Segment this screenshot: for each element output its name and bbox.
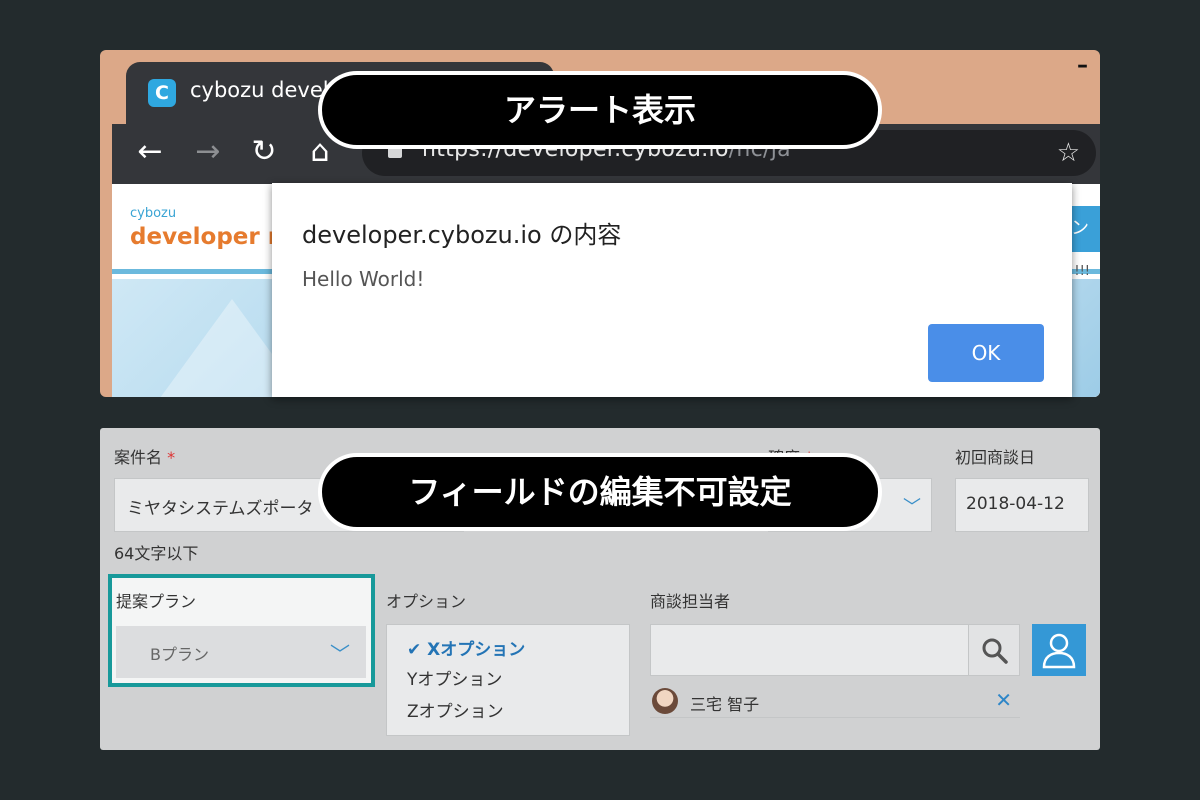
option-z-label: Zオプション <box>407 702 504 722</box>
proposal-plan-label: 提案プラン <box>116 592 197 611</box>
sales-rep-search-input[interactable] <box>650 624 970 676</box>
case-name-hint: 64文字以下 <box>114 544 199 563</box>
option-y-checkbox[interactable]: Yオプション <box>407 665 502 690</box>
proposal-plan-value: Bプラン <box>150 645 209 664</box>
option-x-checkbox[interactable]: ✔ Xオプション <box>407 635 525 660</box>
first-meeting-date-value: 2018-04-12 <box>966 494 1065 514</box>
ok-button[interactable]: OK <box>928 324 1044 382</box>
options-label: オプション <box>386 592 467 611</box>
required-mark: * <box>167 448 176 467</box>
cybozu-favicon-icon: C <box>148 79 176 107</box>
back-arrow-icon[interactable]: ← <box>130 130 170 174</box>
case-name-label-text: 案件名 <box>114 448 163 467</box>
selected-user-name: 三宅 智子 <box>690 695 760 714</box>
site-logo-small: cybozu <box>130 206 177 221</box>
alert-title: developer.cybozu.io の内容 <box>302 221 622 249</box>
proposal-plan-field: 提案プラン Bプラン ﹀ <box>108 574 375 687</box>
sales-rep-label: 商談担当者 <box>650 592 731 611</box>
alert-dialog: developer.cybozu.io の内容 Hello World! OK <box>272 183 1072 397</box>
avatar <box>652 688 678 714</box>
first-meeting-date-input[interactable]: 2018-04-12 <box>955 478 1089 532</box>
case-name-label: 案件名 * <box>114 444 175 468</box>
field-lock-caption-pill: フィールドの編集不可設定 <box>318 453 882 531</box>
user-icon <box>1042 633 1076 669</box>
alert-message: Hello World! <box>302 267 425 291</box>
minimize-icon[interactable]: – <box>1077 55 1088 77</box>
chevron-down-icon: ﹀ <box>903 497 921 518</box>
search-icon <box>982 638 1008 664</box>
bookmark-star-icon[interactable]: ☆ <box>1057 136 1080 170</box>
reload-icon[interactable]: ↻ <box>244 130 284 174</box>
first-meeting-date-label: 初回商談日 <box>955 448 1036 467</box>
case-name-value: ミヤタシステムズポータ <box>127 499 314 519</box>
close-icon[interactable]: ✕ <box>995 688 1012 712</box>
options-checkbox-list: ✔ Xオプション Yオプション Zオプション <box>386 624 630 736</box>
proposal-plan-select: Bプラン ﹀ <box>116 626 366 678</box>
search-button[interactable] <box>968 624 1020 676</box>
alert-caption-pill: アラート表示 <box>318 71 882 149</box>
chevron-down-icon: ﹀ <box>330 642 350 666</box>
option-y-label: Yオプション <box>407 670 503 690</box>
option-z-checkbox[interactable]: Zオプション <box>407 697 504 722</box>
user-select-button[interactable] <box>1032 624 1086 676</box>
forward-arrow-icon[interactable]: → <box>188 130 228 174</box>
checkmark-icon: ✔ <box>407 640 422 660</box>
option-x-label: Xオプション <box>427 640 526 660</box>
side-text: !!! <box>1074 264 1090 279</box>
selected-user-row: 三宅 智子 ✕ <box>650 686 1020 718</box>
